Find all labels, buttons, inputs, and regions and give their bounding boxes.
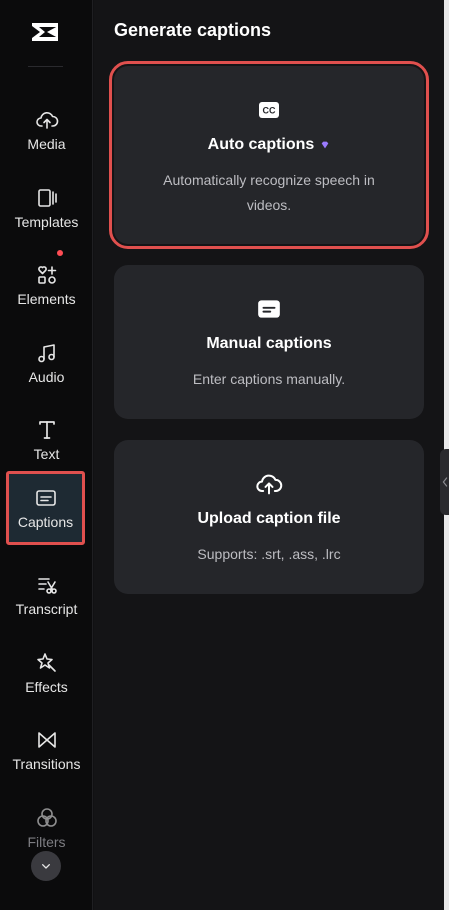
gem-icon: [321, 141, 329, 149]
sidebar-item-elements[interactable]: Elements: [0, 250, 93, 319]
music-note-icon: [37, 344, 55, 363]
sidebar-item-label: Media: [27, 136, 66, 152]
card-title: Manual captions: [206, 335, 332, 352]
captions-panel: Generate captions CC Auto captions Autom…: [94, 0, 444, 910]
card-title: Upload caption file: [197, 510, 341, 527]
manual-captions-card[interactable]: Manual captions Enter captions manually.: [114, 265, 424, 419]
sidebar-item-media[interactable]: Media: [0, 98, 93, 164]
auto-captions-title: Auto captions: [207, 136, 315, 153]
sidebar-item-captions[interactable]: Captions: [6, 471, 85, 545]
svg-text:CC: CC: [263, 106, 276, 116]
sidebar-item-label: Captions: [17, 514, 74, 530]
sidebar-item-label: Transitions: [12, 756, 81, 772]
card-description: Enter captions manually.: [192, 371, 346, 387]
sidebar-item-label: Text: [33, 446, 60, 462]
sidebar-item-effects[interactable]: Effects: [0, 641, 93, 707]
upload-caption-file-card[interactable]: Upload caption file Supports: .srt, .ass…: [114, 440, 424, 594]
collapse-panel-button[interactable]: [440, 449, 449, 515]
sidebar-item-text[interactable]: Text: [0, 408, 93, 474]
subtitles-icon: [255, 295, 283, 323]
sidebar-item-label: Templates: [14, 214, 79, 230]
transcript-icon: [37, 578, 57, 594]
filters-icon: [36, 808, 57, 827]
sidebar-item-label: Filters: [27, 834, 66, 850]
chevron-left-icon: [442, 477, 447, 487]
logo-divider: [28, 66, 63, 67]
expand-more-button[interactable]: [31, 851, 61, 881]
card-description: Supports: .srt, .ass, .lrc: [197, 546, 341, 562]
capcut-logo-icon[interactable]: [27, 14, 63, 50]
auto-captions-card[interactable]: CC Auto captions Automatically recognize…: [109, 61, 429, 249]
panel-title: Generate captions: [114, 20, 272, 40]
upload-cloud-icon: [35, 112, 58, 129]
captions-icon: [35, 490, 56, 506]
transitions-icon: [37, 732, 56, 748]
sidebar-item-label: Elements: [17, 291, 76, 307]
cc-icon: CC: [255, 96, 283, 124]
sidebar-item-templates[interactable]: Templates: [0, 176, 93, 242]
cloud-upload-icon: [255, 470, 283, 498]
sidebar-item-label: Effects: [25, 679, 68, 695]
text-icon: [38, 421, 55, 439]
effects-star-icon: [36, 653, 56, 672]
sidebar: Media Templates Elements Audio Text Capt…: [0, 0, 93, 910]
elements-icon: [37, 266, 56, 284]
notification-badge: [57, 250, 63, 256]
sidebar-item-transcript[interactable]: Transcript: [0, 563, 93, 629]
chevron-down-icon: [42, 864, 50, 869]
card-description: Automatically recognize speech in videos…: [163, 172, 375, 213]
sidebar-item-transitions[interactable]: Transitions: [0, 718, 93, 784]
sidebar-item-label: Audio: [28, 369, 65, 385]
sidebar-item-audio[interactable]: Audio: [0, 331, 93, 397]
sidebar-item-label: Transcript: [15, 601, 78, 617]
card-title: Auto captions: [208, 136, 331, 154]
templates-icon: [37, 189, 57, 207]
